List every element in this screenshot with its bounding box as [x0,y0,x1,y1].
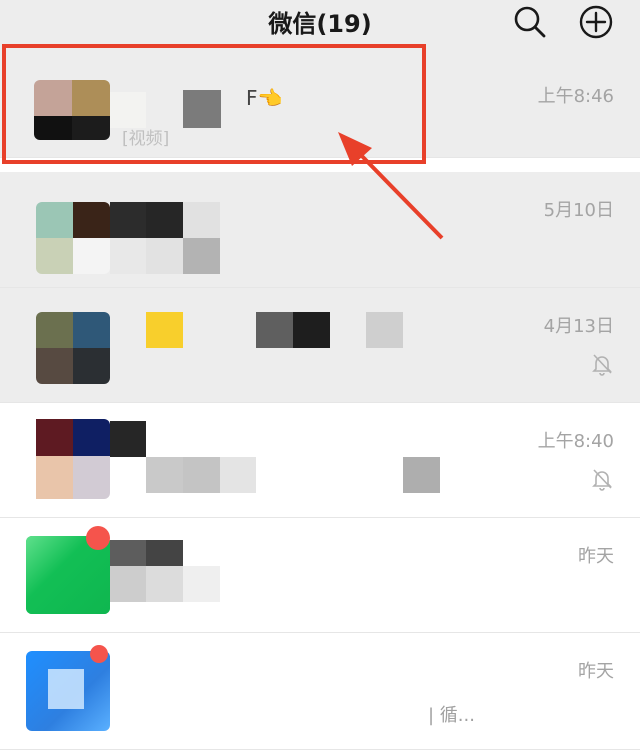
red-arrow-annotation [338,132,444,240]
